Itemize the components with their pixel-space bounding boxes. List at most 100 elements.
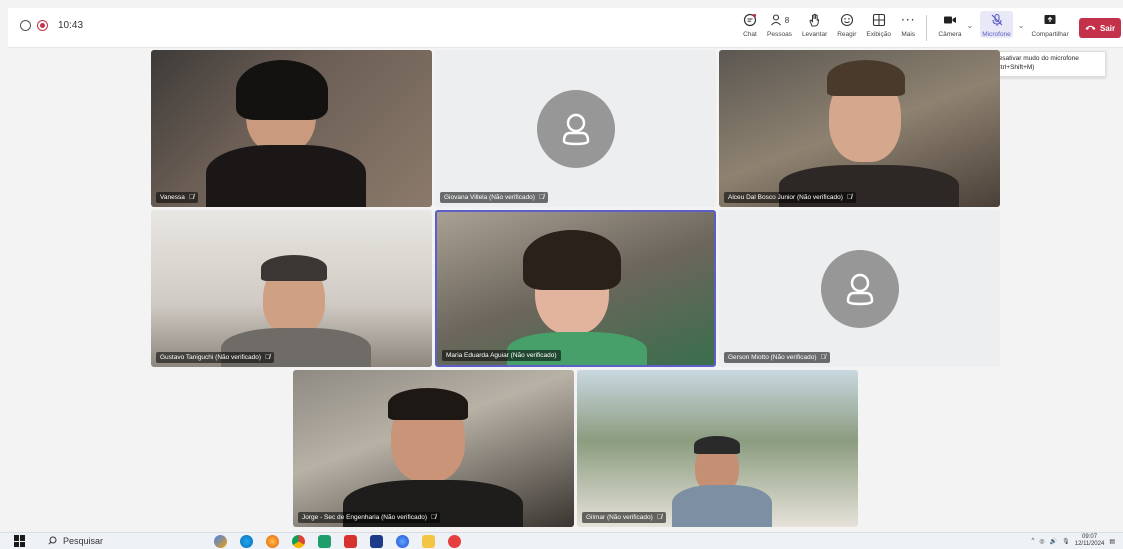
leave-button[interactable]: Sair	[1079, 18, 1121, 38]
participant-name: Giovana Villela (Não verificado)	[444, 194, 535, 201]
microphone-tooltip: Desativar mudo do microfone (Ctrl+Shift+…	[988, 51, 1106, 77]
raise-hand-label: Levantar	[801, 31, 828, 38]
muted-mic-icon: 🎙̸	[431, 514, 437, 521]
more-icon: ···	[900, 13, 916, 27]
camera-label: Câmera	[938, 31, 962, 38]
participant-name-tag: Gerson Miotto (Não verificado) 🎙̸	[724, 352, 830, 363]
meeting-status: 10:43	[20, 20, 83, 31]
video-tile[interactable]: Gilmar (Não verificado) 🎙̸	[577, 370, 858, 527]
chat-icon	[743, 11, 757, 29]
view-button[interactable]: Exibição	[866, 11, 891, 38]
participant-hair	[236, 60, 328, 120]
people-icon: 8	[770, 11, 789, 29]
participant-name-tag: Vanessa 🎙̸	[156, 192, 199, 203]
microphone-options-chevron-icon[interactable]: ⌄	[1018, 21, 1025, 30]
share-icon	[1043, 11, 1057, 29]
toolbar-divider	[926, 15, 928, 41]
video-tile[interactable]: Vanessa 🎙̸	[151, 50, 432, 207]
chat-label: Chat	[743, 31, 757, 38]
avatar	[536, 89, 615, 168]
video-tile[interactable]: Jorge - Sec de Engenharia (Não verificad…	[293, 370, 574, 527]
participant-name-tag: Jorge - Sec de Engenharia (Não verificad…	[298, 512, 441, 523]
view-label: Exibição	[866, 31, 891, 38]
more-button[interactable]: ··· Mais	[901, 11, 915, 38]
muted-mic-icon: 🎙̸	[820, 354, 826, 361]
camera-button[interactable]: Câmera	[938, 11, 962, 38]
person-icon	[846, 273, 873, 305]
participant-hair	[261, 255, 327, 281]
video-tile[interactable]: Alceu Dal Bosco Junior (Não verificado) …	[719, 50, 1000, 207]
teams-meeting-window: 10:43 Chat 8 Pessoas Levantar Reagir Exi…	[0, 0, 1123, 549]
camera-options-chevron-icon[interactable]: ⌄	[967, 21, 974, 30]
notification-icon[interactable]: ▤	[1109, 538, 1115, 545]
muted-mic-icon: 🎙̸	[846, 194, 853, 201]
speaker-icon[interactable]: 🔊	[1050, 538, 1057, 545]
participant-name: Alceu Dal Bosco Junior (Não verificado)	[728, 194, 843, 201]
network-icon[interactable]: ◎	[1039, 538, 1044, 545]
react-button[interactable]: Reagir	[837, 11, 856, 38]
participant-name-tag: Alceu Dal Bosco Junior (Não verificado) …	[724, 192, 857, 203]
tooltip-shortcut: (Ctrl+Shift+M)	[994, 64, 1035, 71]
chevron-up-icon[interactable]: ^	[1032, 538, 1035, 544]
edge-icon[interactable]	[240, 535, 253, 548]
meeting-controls: Chat 8 Pessoas Levantar Reagir Exibição …	[738, 11, 1074, 45]
search-icon	[48, 536, 57, 547]
windows-start-icon[interactable]	[14, 535, 26, 547]
meeting-timer: 10:43	[58, 20, 84, 31]
phone-hangup-icon	[1085, 24, 1096, 33]
microphone-button[interactable]: Microfone	[980, 11, 1013, 38]
taskbar-clock[interactable]: 09:07 12/11/2024	[1075, 534, 1105, 548]
acrobat-icon[interactable]	[344, 535, 357, 548]
clock-date: 12/11/2024	[1074, 541, 1105, 547]
copilot-icon[interactable]	[214, 535, 227, 548]
muted-mic-icon: 🎙̸	[538, 194, 545, 201]
muted-mic-icon: 🎙̸	[656, 514, 663, 521]
microphone-label: Microfone	[982, 31, 1011, 38]
grid-view-icon	[872, 11, 886, 29]
participant-name: Gustavo Taniguchi (Não verificado)	[160, 354, 262, 361]
leave-label: Sair	[1099, 23, 1116, 33]
app-red-icon[interactable]	[448, 535, 461, 548]
participant-name: Gilmar (Não verificado)	[586, 514, 653, 521]
people-count: 8	[784, 15, 790, 25]
windows-taskbar: Pesquisar ^ ◎ 🔊 🎙 09:07 12/11/2024 ▤	[0, 532, 1123, 549]
participant-name-tag: Maria Eduarda Aguiar (Não verificado)	[442, 350, 561, 361]
file-explorer-icon[interactable]	[422, 535, 435, 548]
video-tile[interactable]: Gustavo Taniguchi (Não verificado) 🎙̸	[151, 210, 432, 367]
chrome-icon[interactable]	[292, 535, 305, 548]
muted-mic-icon: 🎙̸	[265, 354, 271, 361]
participant-hair	[523, 230, 621, 290]
participant-body	[206, 145, 366, 207]
participant-name: Vanessa	[160, 194, 185, 201]
participant-name: Maria Eduarda Aguiar (Não verificado)	[446, 352, 557, 359]
system-tray: ^ ◎ 🔊 🎙 09:07 12/11/2024 ▤	[1032, 534, 1115, 548]
participant-name-tag: Giovana Villela (Não verificado) 🎙̸	[440, 192, 549, 203]
taskbar-apps	[214, 535, 461, 548]
video-tile[interactable]: Giovana Villela (Não verificado) 🎙̸	[435, 50, 716, 207]
tooltip-text: Desativar mudo do microfone	[994, 55, 1079, 62]
share-label: Compartilhar	[1031, 31, 1069, 38]
chat-button[interactable]: Chat	[743, 11, 757, 38]
participant-body	[672, 485, 772, 527]
meeting-toolbar: 10:43 Chat 8 Pessoas Levantar Reagir Exi…	[8, 8, 1123, 48]
microphone-icon[interactable]: 🎙	[1062, 538, 1070, 545]
camera-icon	[943, 11, 957, 29]
firefox-icon[interactable]	[266, 535, 279, 548]
taskbar-search[interactable]: Pesquisar	[48, 536, 103, 547]
app-q-icon[interactable]	[318, 535, 331, 548]
people-button[interactable]: 8 Pessoas	[767, 11, 792, 38]
search-label: Pesquisar	[63, 536, 104, 546]
clock-time: 09:07	[1082, 534, 1098, 540]
video-tile-active-speaker[interactable]: Maria Eduarda Aguiar (Não verificado)	[435, 210, 716, 367]
shield-icon[interactable]	[20, 20, 31, 31]
raise-hand-button[interactable]: Levantar	[802, 11, 827, 38]
participant-hair	[388, 388, 468, 420]
share-button[interactable]: Compartilhar	[1032, 11, 1069, 38]
recording-icon[interactable]	[37, 20, 48, 31]
video-tile[interactable]: Gerson Miotto (Não verificado) 🎙̸	[719, 210, 1000, 367]
more-label: Mais	[901, 31, 916, 38]
browser-icon[interactable]	[396, 535, 409, 548]
document-icon[interactable]	[370, 535, 383, 548]
participant-hair	[827, 60, 905, 96]
hand-icon	[808, 11, 821, 29]
